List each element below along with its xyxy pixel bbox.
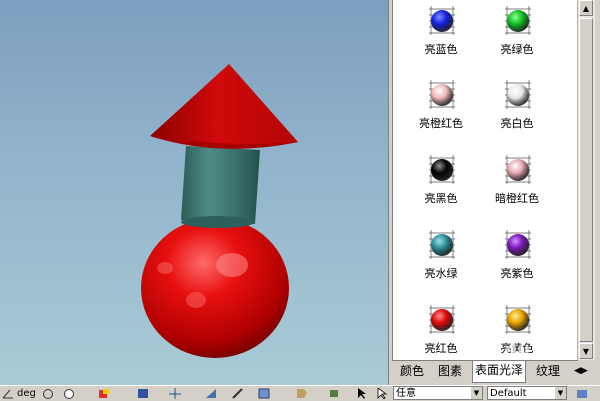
material-swatch[interactable]: 暗橙红色 — [479, 151, 555, 215]
material-ball-icon — [429, 155, 455, 184]
swatch-label: 亮橙红色 — [419, 117, 463, 130]
angle-icon — [2, 388, 14, 399]
swatch-label: 亮水绿 — [424, 267, 458, 280]
options-icon[interactable] — [576, 388, 588, 399]
material-swatch[interactable]: 亮绿色 — [479, 2, 555, 66]
sphere-highlight-3 — [157, 262, 173, 274]
swatch-label: 亮红色 — [424, 342, 458, 355]
material-swatch[interactable]: 亮蓝色 — [403, 2, 479, 66]
scroll-down-button[interactable]: ▼ — [579, 343, 593, 359]
material-palette: 亮蓝色 亮绿色亮橙红色 亮白色亮黑色 暗橙红色亮水绿 亮紫色亮红色 亮黄色 — [392, 0, 578, 361]
unit-label: deg — [17, 388, 36, 399]
tab-surface-finish[interactable]: 表面光泽 — [472, 361, 527, 383]
material-swatch[interactable]: 亮紫色 — [479, 226, 555, 290]
material-swatch[interactable]: 亮红色 — [403, 301, 479, 360]
material-ball-icon — [505, 230, 531, 259]
palette-tabs: 颜色 图素 表面光泽 纹理 ◀▶ — [392, 361, 598, 383]
cylinder-bottom — [181, 216, 255, 228]
tab-primitives[interactable]: 图素 — [436, 362, 464, 381]
scroll-up-button[interactable]: ▲ — [579, 0, 593, 16]
style-value: Default — [490, 388, 527, 399]
swatch-label: 亮绿色 — [500, 43, 534, 56]
tool-icon[interactable] — [232, 388, 244, 399]
select-mode-dropdown[interactable]: 任意 ▼ — [393, 386, 483, 400]
chevron-down-icon: ▼ — [471, 387, 482, 399]
swatch-label: 亮白色 — [500, 117, 534, 130]
tab-texture[interactable]: 纹理 — [534, 362, 562, 381]
swatch-label: 亮紫色 — [500, 267, 534, 280]
render-mode-icon[interactable] — [258, 388, 270, 399]
material-ball-icon — [505, 155, 531, 184]
chevron-down-icon: ▼ — [555, 387, 566, 399]
sphere-body — [141, 218, 289, 358]
material-ball-icon — [429, 305, 455, 334]
material-swatch[interactable]: 亮黑色 — [403, 151, 479, 215]
material-swatch[interactable]: 亮橙红色 — [403, 76, 479, 140]
material-ball-icon — [429, 230, 455, 259]
material-ball-icon — [429, 80, 455, 109]
cone-body — [150, 64, 298, 149]
paint-icon[interactable] — [328, 388, 340, 399]
material-swatch[interactable]: 亮黄色 — [479, 301, 555, 360]
tab-color[interactable]: 颜色 — [398, 362, 426, 381]
move-icon[interactable] — [169, 388, 181, 399]
shade-icon[interactable] — [205, 388, 217, 399]
ring-icon[interactable] — [63, 388, 75, 399]
view-icon[interactable] — [137, 388, 149, 399]
cylinder-body — [181, 146, 260, 224]
circle-select-icon[interactable] — [42, 388, 54, 399]
swatch-label: 亮黑色 — [424, 192, 458, 205]
material-ball-icon — [505, 80, 531, 109]
material-ball-icon — [505, 305, 531, 334]
tab-scroll-arrows[interactable]: ◀▶ — [572, 362, 590, 381]
palette-scrollbar[interactable]: ▲ ▼ — [577, 0, 595, 360]
select-mode-value: 任意 — [396, 388, 416, 399]
material-ball-icon — [429, 6, 455, 35]
style-dropdown[interactable]: Default ▼ — [487, 386, 567, 400]
sphere-highlight-2 — [186, 292, 206, 308]
swatch-label: 暗橙红色 — [495, 192, 539, 205]
swatch-label: 亮黄色 — [500, 342, 534, 355]
scroll-thumb[interactable] — [579, 18, 593, 342]
bottom-toolbar: deg 任意 ▼ Default ▼ — [0, 385, 600, 401]
swatch-label: 亮蓝色 — [424, 43, 458, 56]
tag-icon[interactable] — [296, 388, 308, 399]
sphere-highlight — [216, 253, 248, 277]
scene-canvas — [141, 64, 298, 358]
material-ball-icon — [505, 6, 531, 35]
color-cube-icon[interactable] — [98, 388, 110, 399]
material-swatch[interactable]: 亮水绿 — [403, 226, 479, 290]
pointer-icon[interactable] — [356, 388, 368, 399]
3d-viewport[interactable] — [0, 0, 388, 385]
material-swatch[interactable]: 亮白色 — [479, 76, 555, 140]
pointer-outline-icon[interactable] — [376, 387, 388, 400]
